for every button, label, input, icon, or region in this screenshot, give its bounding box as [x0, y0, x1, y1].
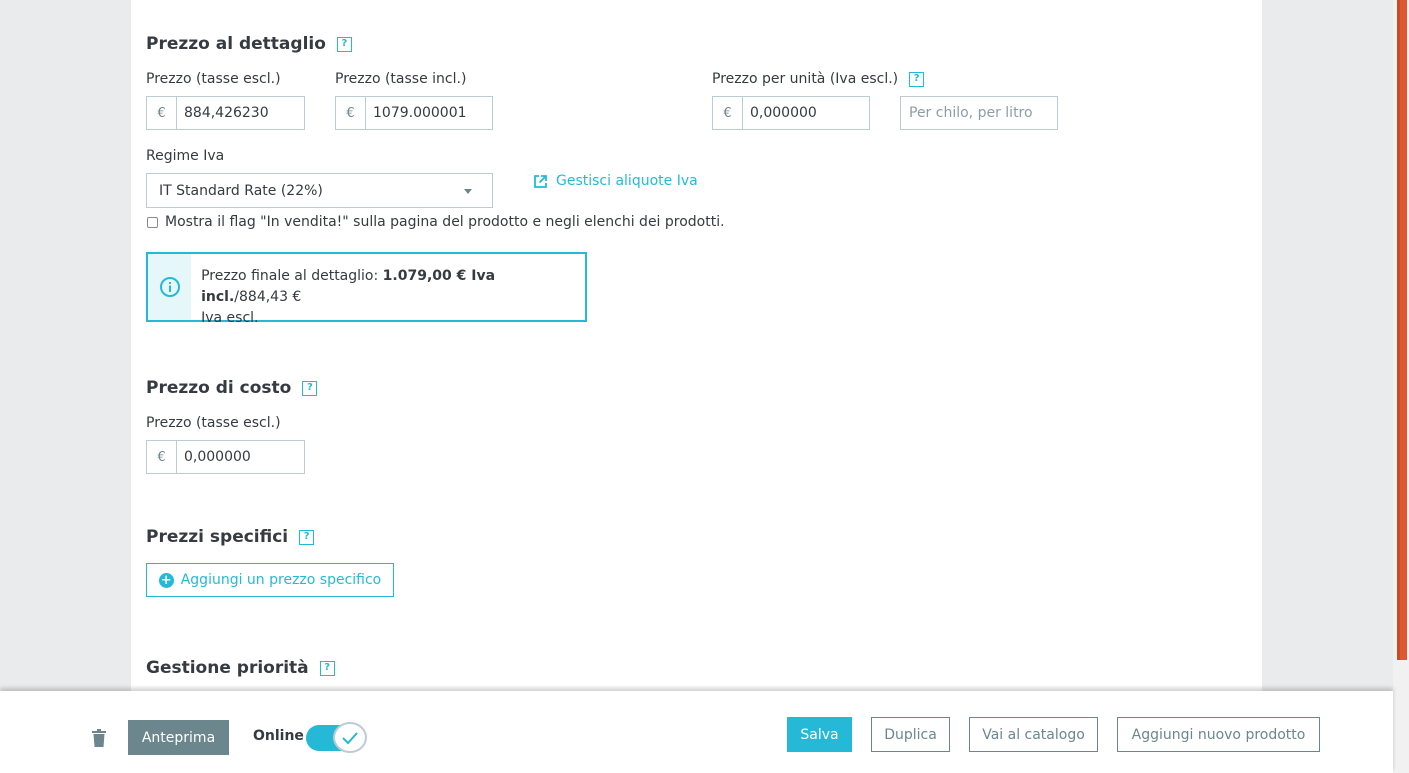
- final-price-text: Prezzo finale al dettaglio: 1.079,00 € I…: [191, 254, 585, 326]
- tax-rule-label: Regime Iva: [146, 148, 225, 164]
- priority-heading: Gestione priorità ?: [146, 658, 335, 678]
- price-excl-label: Prezzo (tasse escl.): [146, 71, 281, 87]
- duplicate-button[interactable]: Duplica: [871, 717, 950, 752]
- unit-price-field[interactable]: € 0,000000: [712, 96, 870, 130]
- add-new-product-button[interactable]: Aggiungi nuovo prodotto: [1117, 717, 1320, 752]
- retail-price-title: Prezzo al dettaglio: [146, 34, 326, 54]
- unit-price-label-row: Prezzo per unità (Iva escl.) ?: [712, 71, 925, 87]
- price-incl-field[interactable]: € 1079.000001: [335, 96, 493, 130]
- add-specific-price-button[interactable]: + Aggiungi un prezzo specifico: [146, 563, 394, 597]
- scrollbar-thumb[interactable]: [1400, 0, 1407, 660]
- currency-addon: €: [147, 441, 177, 473]
- on-sale-checkbox[interactable]: [147, 216, 158, 228]
- unit-type-input[interactable]: Per chilo, per litro: [900, 96, 1058, 130]
- on-sale-label: Mostra il flag "In vendita!" sulla pagin…: [165, 214, 725, 230]
- price-excl-field[interactable]: € 884,426230: [146, 96, 305, 130]
- specific-prices-title: Prezzi specifici: [146, 527, 289, 547]
- currency-addon: €: [336, 97, 366, 129]
- priority-title: Gestione priorità: [146, 658, 309, 678]
- help-icon[interactable]: ?: [319, 660, 335, 676]
- cost-price-title: Prezzo di costo: [146, 378, 292, 398]
- unit-price-label: Prezzo per unità (Iva escl.): [712, 71, 899, 87]
- price-incl-input[interactable]: 1079.000001: [366, 97, 492, 129]
- price-excl-input[interactable]: 884,426230: [177, 97, 304, 129]
- caret-down-icon: [464, 189, 472, 194]
- final-price-prefix: Prezzo finale al dettaglio:: [201, 268, 383, 284]
- trash-icon: [92, 729, 106, 747]
- cost-price-input[interactable]: 0,000000: [177, 441, 304, 473]
- final-price-alert: Prezzo finale al dettaglio: 1.079,00 € I…: [146, 252, 587, 326]
- tax-rule-select[interactable]: IT Standard Rate (22%): [146, 173, 493, 208]
- preview-button[interactable]: Anteprima: [128, 720, 229, 755]
- help-icon[interactable]: ?: [336, 36, 352, 52]
- cost-price-field[interactable]: € 0,000000: [146, 440, 305, 474]
- cost-price-heading: Prezzo di costo ?: [146, 378, 318, 398]
- price-incl-label: Prezzo (tasse incl.): [335, 71, 467, 87]
- help-icon[interactable]: ?: [909, 71, 925, 87]
- external-link-icon: [534, 174, 547, 188]
- specific-prices-heading: Prezzi specifici ?: [146, 527, 315, 547]
- toggle-knob: [333, 722, 367, 753]
- save-button[interactable]: Salva: [787, 717, 852, 752]
- help-icon[interactable]: ?: [302, 380, 318, 396]
- currency-addon: €: [713, 97, 743, 129]
- on-sale-row[interactable]: Mostra il flag "In vendita!" sulla pagin…: [147, 214, 725, 230]
- final-price-line2: Iva escl.: [201, 310, 259, 326]
- info-icon: [148, 254, 192, 320]
- check-icon: [342, 731, 358, 744]
- go-to-catalog-button[interactable]: Vai al catalogo: [969, 717, 1098, 752]
- online-label: Online: [253, 728, 304, 744]
- online-toggle[interactable]: [306, 722, 368, 753]
- help-icon[interactable]: ?: [299, 529, 315, 545]
- currency-addon: €: [147, 97, 177, 129]
- delete-button[interactable]: [92, 729, 106, 751]
- tax-rule-value: IT Standard Rate (22%): [159, 182, 323, 199]
- cost-price-label: Prezzo (tasse escl.): [146, 415, 281, 431]
- final-price-suffix: /884,43 €: [234, 289, 302, 305]
- manage-tax-label: Gestisci aliquote Iva: [556, 173, 698, 189]
- add-specific-price-label: Aggiungi un prezzo specifico: [180, 572, 382, 588]
- manage-tax-link[interactable]: Gestisci aliquote Iva: [533, 173, 698, 189]
- retail-price-heading: Prezzo al dettaglio ?: [146, 34, 352, 54]
- plus-circle-icon: +: [158, 572, 174, 588]
- unit-price-input[interactable]: 0,000000: [743, 97, 869, 129]
